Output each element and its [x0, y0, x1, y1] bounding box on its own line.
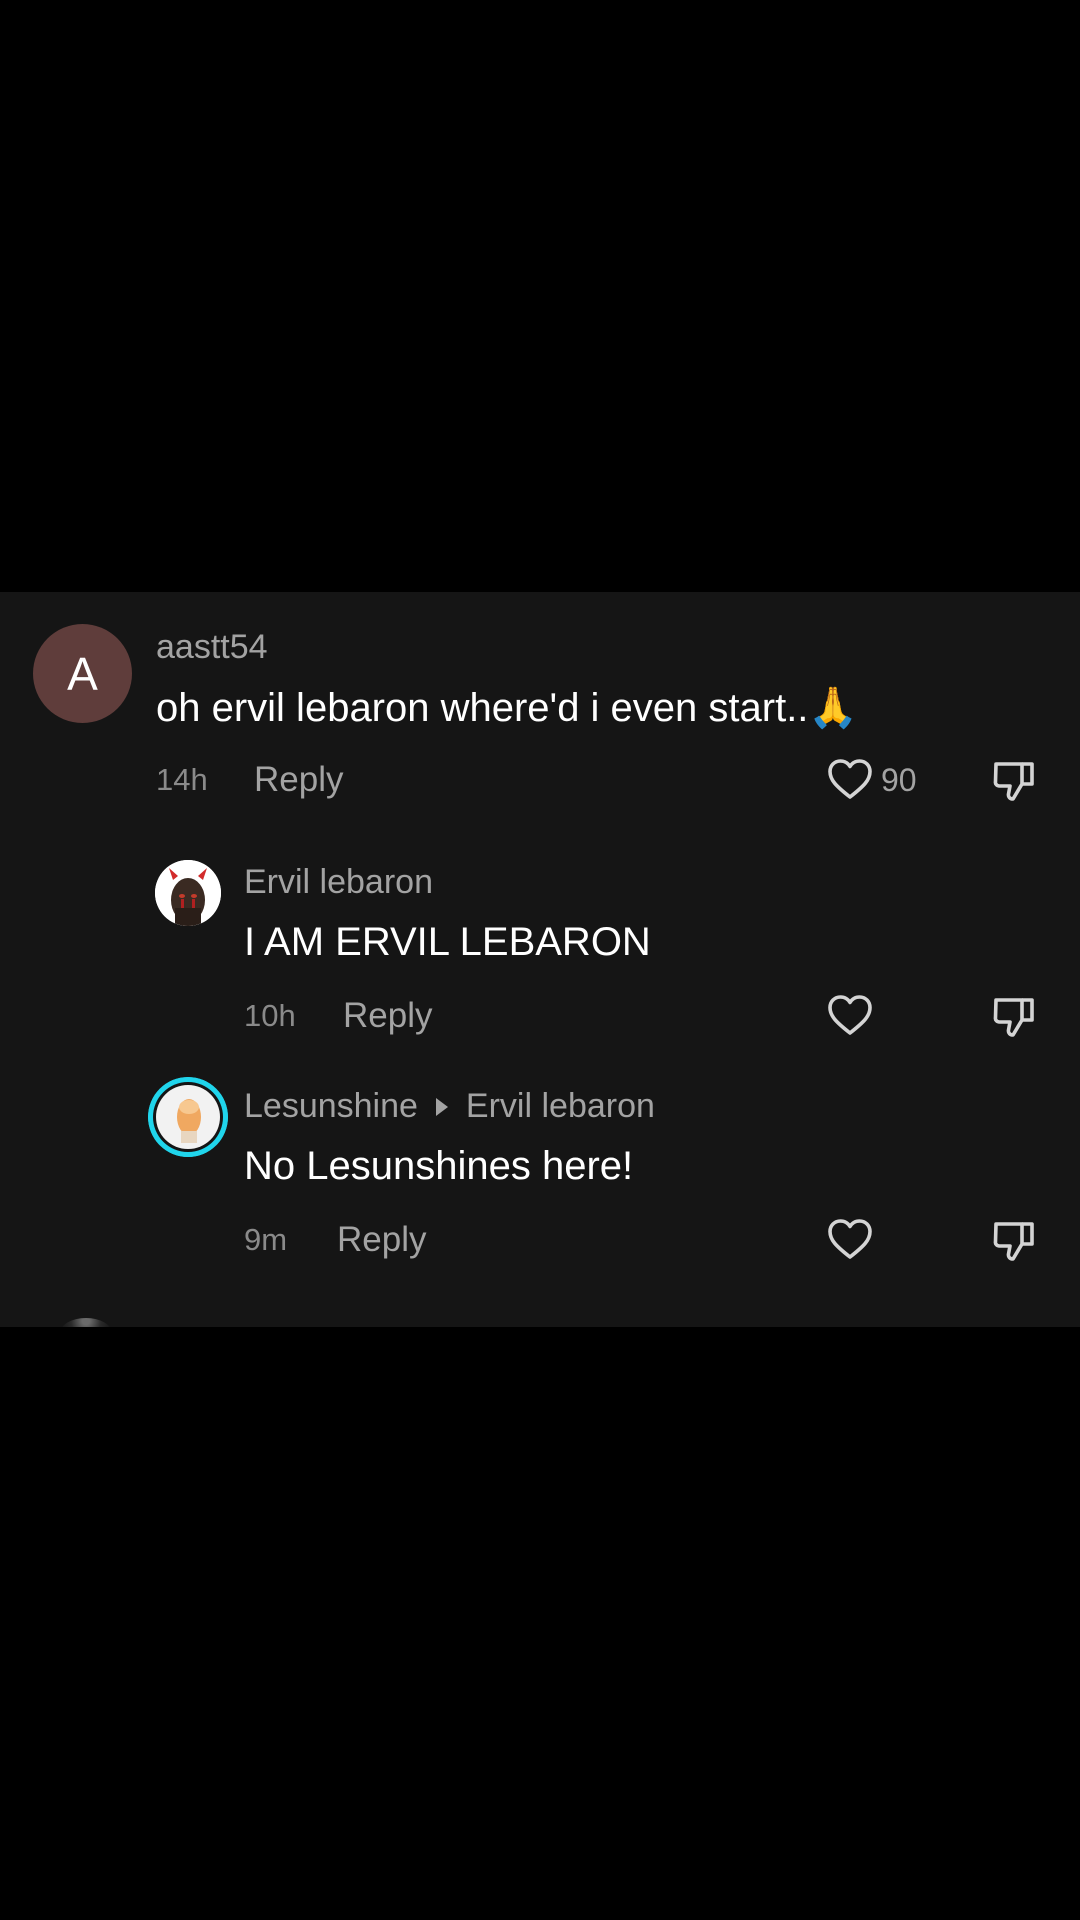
thumbs-down-icon[interactable]: [990, 756, 1038, 804]
reply-button[interactable]: Reply: [343, 996, 432, 1036]
thumbs-down-icon[interactable]: [990, 1216, 1038, 1264]
comment-text: oh ervil lebaron where'd i even start..🙏: [156, 686, 859, 730]
reply-button[interactable]: Reply: [254, 760, 343, 800]
timestamp: 14h: [156, 762, 208, 797]
comment-text: I AM ERVIL LEBARON: [244, 920, 651, 964]
devil-avatar-icon[interactable]: [155, 860, 221, 926]
reply-to-username[interactable]: Ervil lebaron: [466, 1087, 655, 1125]
timestamp: 9m: [244, 1222, 288, 1257]
username[interactable]: aastt54: [156, 627, 268, 667]
timestamp: 10h: [244, 998, 296, 1033]
video-page: A aastt54 oh ervil lebaron where'd i eve…: [0, 0, 1080, 1920]
heart-icon[interactable]: [826, 992, 874, 1040]
thumbs-down-icon[interactable]: [990, 992, 1038, 1040]
like-count: 90: [881, 762, 917, 798]
heart-icon[interactable]: [826, 756, 874, 804]
avatar[interactable]: A: [33, 624, 132, 723]
username[interactable]: Ervil lebaron: [244, 862, 433, 902]
profile-photo-icon[interactable]: [148, 1077, 228, 1157]
comments-panel: A aastt54 oh ervil lebaron where'd i eve…: [0, 592, 1080, 1327]
next-comment-avatar: [60, 1318, 112, 1327]
reply-button[interactable]: Reply: [337, 1220, 426, 1260]
username[interactable]: Lesunshine: [244, 1087, 418, 1125]
username-thread: Lesunshine Ervil lebaron: [244, 1086, 655, 1126]
avatar-letter: A: [67, 647, 98, 700]
reply-arrow-icon: [435, 1098, 448, 1117]
comment-text: No Lesunshines here!: [244, 1144, 634, 1188]
heart-icon[interactable]: [826, 1216, 874, 1264]
